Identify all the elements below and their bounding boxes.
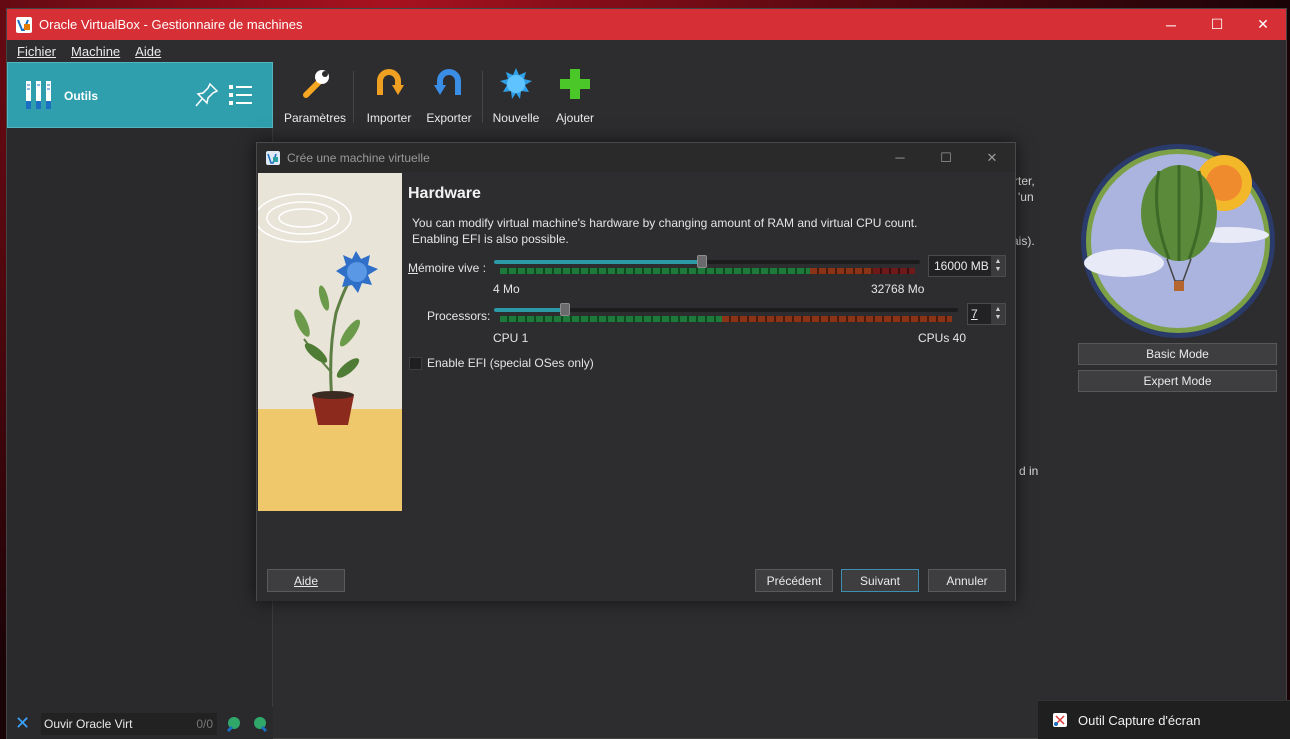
processors-scale xyxy=(500,316,952,322)
search-input[interactable]: Ouvir Oracle Virt 0/0 xyxy=(41,712,217,735)
list-menu-icon[interactable] xyxy=(228,83,254,107)
notification-text: Outil Capture d'écran xyxy=(1078,712,1201,728)
processors-label: Processors: xyxy=(427,309,491,323)
search-bar: ✕ Ouvir Oracle Virt 0/0 xyxy=(7,707,273,739)
processors-spin-arrows[interactable]: ▲ ▼ xyxy=(991,304,1005,324)
tools-icon xyxy=(26,81,51,109)
new-star-icon xyxy=(500,68,532,99)
processors-min-label: CPU 1 xyxy=(493,331,529,345)
efi-checkbox[interactable] xyxy=(409,357,422,370)
maximize-button[interactable]: ☐ xyxy=(1194,9,1240,40)
minimize-button[interactable]: ─ xyxy=(1148,9,1194,40)
processors-max-label: CPUs 40 xyxy=(918,331,967,345)
memory-max-label: 32768 Mo xyxy=(871,282,925,296)
menu-bar: Fichier Machine Aide xyxy=(7,40,1286,62)
memory-slider[interactable] xyxy=(494,255,920,268)
virtualbox-logo-icon xyxy=(16,16,32,33)
next-button[interactable]: Suivant xyxy=(841,569,919,592)
search-next-icon[interactable] xyxy=(251,714,271,734)
help-button[interactable]: Aide xyxy=(267,569,345,592)
memory-scale xyxy=(500,268,915,274)
processors-slider-fill xyxy=(494,308,565,312)
snipping-tool-icon xyxy=(1053,713,1067,727)
memory-value: 16000 MB xyxy=(934,259,989,273)
memory-slider-fill xyxy=(494,260,702,264)
window-title: Oracle VirtualBox - Gestionnaire de mach… xyxy=(39,17,303,32)
memory-label-text: émoire vive : xyxy=(418,261,487,275)
processors-slider[interactable] xyxy=(494,303,958,316)
processors-spinbox[interactable]: 7 ▲ ▼ xyxy=(967,303,1006,325)
basic-mode-button[interactable]: Basic Mode xyxy=(1078,343,1277,365)
create-vm-dialog: Crée une machine virtuelle ─ ☐ ✕ Hardwar… xyxy=(256,142,1016,601)
export-arrow-icon xyxy=(434,69,461,95)
import-arrow-icon xyxy=(377,69,404,95)
search-value: Ouvir Oracle Virt xyxy=(44,716,133,731)
toolbar-separator xyxy=(482,71,483,123)
tools-item[interactable]: Outils xyxy=(7,62,273,128)
menu-machine[interactable]: Machine xyxy=(61,44,125,59)
welcome-text-fragment: 'un xyxy=(1018,190,1034,204)
plus-icon xyxy=(560,69,590,99)
new-machine-button[interactable]: Nouvelle xyxy=(490,67,542,125)
search-previous-icon[interactable] xyxy=(223,714,243,734)
cancel-button[interactable]: Annuler xyxy=(928,569,1006,592)
memory-spin-arrows[interactable]: ▲ ▼ xyxy=(991,256,1005,276)
tools-label: Outils xyxy=(64,89,99,103)
machine-list-panel: Outils ✕ Ouvir Oracle Virt 0/0 xyxy=(7,62,273,739)
wrench-icon xyxy=(303,70,329,98)
memory-min-label: 4 Mo xyxy=(493,282,520,296)
window-titlebar[interactable]: Oracle VirtualBox - Gestionnaire de mach… xyxy=(7,9,1286,40)
menu-fichier[interactable]: Fichier xyxy=(7,44,61,59)
search-count: 0/0 xyxy=(196,716,213,731)
welcome-balloon-image xyxy=(1081,144,1275,338)
wizard-page: Hardware You can modify virtual machine'… xyxy=(257,172,1015,558)
processors-slider-handle[interactable] xyxy=(560,303,570,316)
memory-slider-handle[interactable] xyxy=(697,255,707,268)
processors-value: 7 xyxy=(971,307,978,321)
memory-spinbox[interactable]: 16000 MB ▲ ▼ xyxy=(928,255,1006,277)
pin-icon[interactable] xyxy=(194,81,220,109)
close-button[interactable]: ✕ xyxy=(1240,9,1286,40)
close-search-icon[interactable]: ✕ xyxy=(15,713,35,734)
dialog-minimize-button[interactable]: ─ xyxy=(877,143,923,172)
expert-mode-button[interactable]: Expert Mode xyxy=(1078,370,1277,392)
dialog-close-button[interactable]: ✕ xyxy=(969,143,1015,172)
settings-button[interactable]: Paramètres xyxy=(284,67,346,125)
page-description: You can modify virtual machine's hardwar… xyxy=(412,216,918,246)
welcome-text-fragment: d in xyxy=(1019,464,1039,478)
dialog-titlebar[interactable]: Crée une machine virtuelle ─ ☐ ✕ xyxy=(257,143,1015,172)
toolbar-separator xyxy=(353,71,354,123)
memory-label: Mémoire vive : xyxy=(408,261,487,275)
efi-label[interactable]: Enable EFI (special OSes only) xyxy=(427,356,594,370)
dialog-title: Crée une machine virtuelle xyxy=(287,150,430,165)
dialog-maximize-button[interactable]: ☐ xyxy=(923,143,969,172)
back-button[interactable]: Précédent xyxy=(755,569,833,592)
snipping-tool-notification[interactable]: Outil Capture d'écran xyxy=(1038,700,1290,739)
menu-aide[interactable]: Aide xyxy=(125,44,166,59)
page-heading: Hardware xyxy=(408,185,481,202)
welcome-text-fragment: rter, xyxy=(1014,174,1035,188)
export-button[interactable]: Exporter xyxy=(424,67,474,125)
dialog-footer: Aide Précédent Suivant Annuler xyxy=(257,558,1015,601)
import-button[interactable]: Importer xyxy=(362,67,416,125)
virtualbox-logo-icon xyxy=(266,150,280,165)
add-machine-button[interactable]: Ajouter xyxy=(550,67,600,125)
